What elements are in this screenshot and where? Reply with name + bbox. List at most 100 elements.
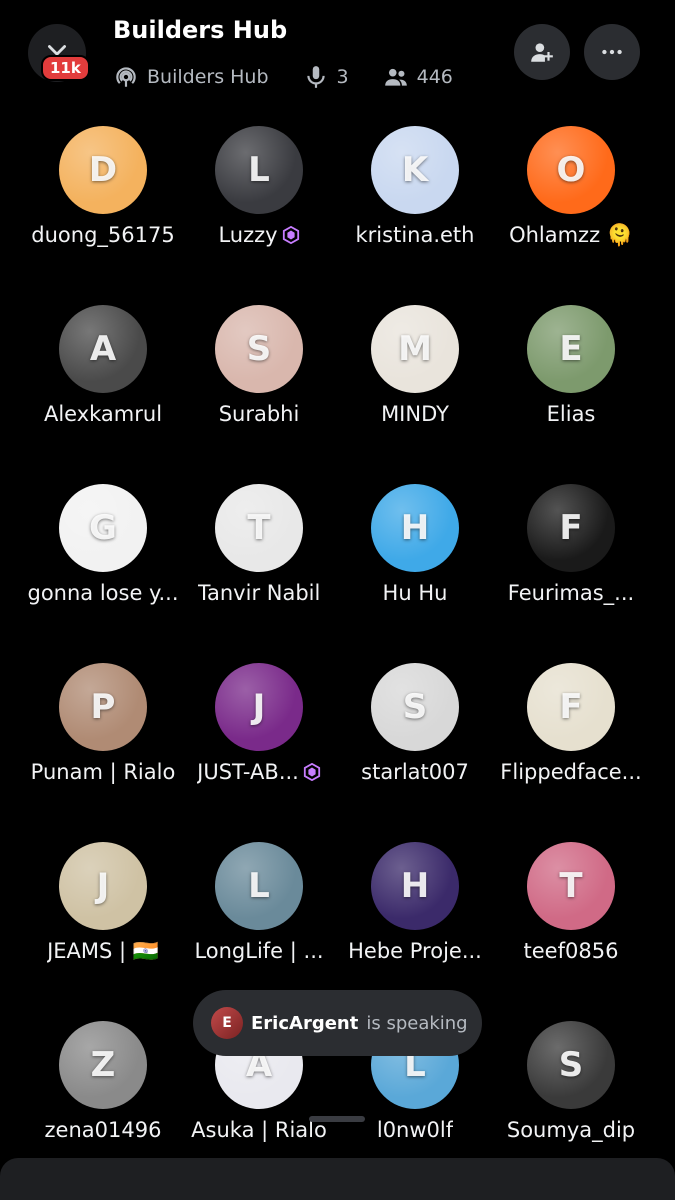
participant-name-row: Punam | Rialo (25, 760, 181, 784)
participant-name: Surabhi (218, 402, 300, 426)
avatar[interactable]: J (59, 842, 147, 930)
avatar-initial: H (400, 508, 430, 548)
participant-name: Ohlamzz 🫠 (509, 223, 633, 247)
avatar-initial: M (398, 329, 432, 369)
participant-name-row: duong_56175 (25, 223, 181, 247)
participant-tile[interactable]: A Alexkamrul (25, 305, 181, 484)
speaking-status: is speaking (366, 1012, 468, 1034)
avatar[interactable]: F (527, 663, 615, 751)
avatar-initial: F (559, 508, 583, 548)
avatar[interactable]: D (59, 126, 147, 214)
avatar-initial: S (246, 329, 272, 369)
avatar[interactable]: L (215, 842, 303, 930)
participant-name-row: Flippedface... (493, 760, 649, 784)
invite-button[interactable] (514, 24, 570, 80)
avatar[interactable]: L (215, 126, 303, 214)
participant-tile[interactable]: T Tanvir Nabil (181, 484, 337, 663)
participant-tile[interactable]: Sstarlat007 (337, 663, 493, 842)
participant-tile[interactable]: Dduong_56175 (25, 126, 181, 305)
avatar[interactable]: H (371, 842, 459, 930)
avatar-initial: G (89, 508, 117, 548)
participant-tile[interactable]: L Luzzy (181, 126, 337, 305)
avatar[interactable]: M (371, 305, 459, 393)
avatar[interactable]: E (527, 305, 615, 393)
participant-name-row: MINDY (337, 402, 493, 426)
participant-name: Flippedface... (500, 760, 642, 784)
more-options-button[interactable] (584, 24, 640, 80)
avatar[interactable]: H (371, 484, 459, 572)
channel-title: Builders Hub (113, 16, 288, 44)
avatar[interactable]: Z (59, 1021, 147, 1109)
participant-tile[interactable]: Kkristina.eth (337, 126, 493, 305)
speaker-name: EricArgent (251, 1012, 359, 1034)
participant-tile[interactable]: Ggonna lose y... (25, 484, 181, 663)
participant-name-row: LongLife | ... (181, 939, 337, 963)
notification-badge: 11k (41, 55, 90, 81)
participant-tile[interactable]: H Hu Hu (337, 484, 493, 663)
avatar[interactable]: G (59, 484, 147, 572)
participant-name-row: zena01496 (25, 1118, 181, 1142)
participant-tile[interactable]: F Flippedface... (493, 663, 649, 842)
avatar[interactable]: J (215, 663, 303, 751)
participant-name-row: Feurimas_... (493, 581, 649, 605)
participant-name: Asuka | Rialo (191, 1118, 327, 1142)
more-dots-icon (602, 49, 622, 55)
stage-info: Builders Hub 3 446 (113, 64, 453, 90)
participant-name: l0nw0lf (376, 1118, 454, 1142)
avatar-initial: H (400, 866, 430, 906)
participant-tile[interactable]: F Feurimas_... (493, 484, 649, 663)
bottom-sheet[interactable] (0, 1158, 675, 1200)
participant-name: JUST-AB... (197, 760, 299, 784)
participant-name-row: Luzzy (181, 223, 337, 247)
avatar[interactable]: T (527, 842, 615, 930)
participant-name: Hebe Proje... (348, 939, 482, 963)
participant-name-row: Soumya_dip (493, 1118, 649, 1142)
avatar[interactable]: F (527, 484, 615, 572)
participant-tile[interactable]: E Elias (493, 305, 649, 484)
participant-name: MINDY (381, 402, 449, 426)
avatar-initial: S (558, 1045, 584, 1085)
avatar[interactable]: A (59, 305, 147, 393)
stage-header: 11k Builders Hub Builders Hub 3 446 (0, 0, 675, 110)
avatar-initial: T (247, 508, 271, 548)
avatar-initial: Z (90, 1045, 116, 1085)
avatar[interactable]: O (527, 126, 615, 214)
avatar[interactable]: S (527, 1021, 615, 1109)
participant-name: Alexkamrul (43, 402, 163, 426)
avatar-initial: J (96, 866, 110, 906)
avatar-initial: D (88, 150, 118, 190)
speaking-indicator: E EricArgent is speaking (193, 990, 482, 1056)
avatar[interactable]: P (59, 663, 147, 751)
participant-name: zena01496 (44, 1118, 162, 1142)
participant-tile[interactable]: P Punam | Rialo (25, 663, 181, 842)
participant-name: Soumya_dip (506, 1118, 636, 1142)
avatar[interactable]: S (215, 305, 303, 393)
participant-name-row: Alexkamrul (25, 402, 181, 426)
participant-tile[interactable]: J JUST-AB... (181, 663, 337, 842)
participant-name: LongLife | ... (194, 939, 324, 963)
avatar[interactable]: T (215, 484, 303, 572)
avatar-initial: A (89, 329, 117, 369)
participant-tile[interactable]: M MINDY (337, 305, 493, 484)
participant-name: Hu Hu (382, 581, 448, 605)
participant-tile[interactable]: J JEAMS | 🇮🇳 (25, 842, 181, 1021)
participant-tile[interactable]: S Surabhi (181, 305, 337, 484)
participant-name: starlat007 (361, 760, 469, 784)
participant-name: kristina.eth (355, 223, 475, 247)
participant-name-row: teef0856 (493, 939, 649, 963)
avatar[interactable]: S (371, 663, 459, 751)
drag-handle[interactable] (309, 1116, 365, 1122)
avatar-initial: L (248, 866, 270, 906)
participant-name-row: Ohlamzz 🫠 (493, 223, 649, 248)
participant-name-row: Hu Hu (337, 581, 493, 605)
participant-name: teef0856 (523, 939, 619, 963)
avatar[interactable]: K (371, 126, 459, 214)
participant-name: Feurimas_... (507, 581, 635, 605)
participant-tile[interactable]: O Ohlamzz 🫠 (493, 126, 649, 305)
participant-name-row: gonna lose y... (25, 581, 181, 605)
participant-tile[interactable]: Tteef0856 (493, 842, 649, 1021)
add-user-icon (531, 43, 553, 62)
stage-icon (116, 67, 136, 87)
avatar-initial: F (559, 687, 583, 727)
participant-name-row: Hebe Proje... (337, 939, 493, 963)
